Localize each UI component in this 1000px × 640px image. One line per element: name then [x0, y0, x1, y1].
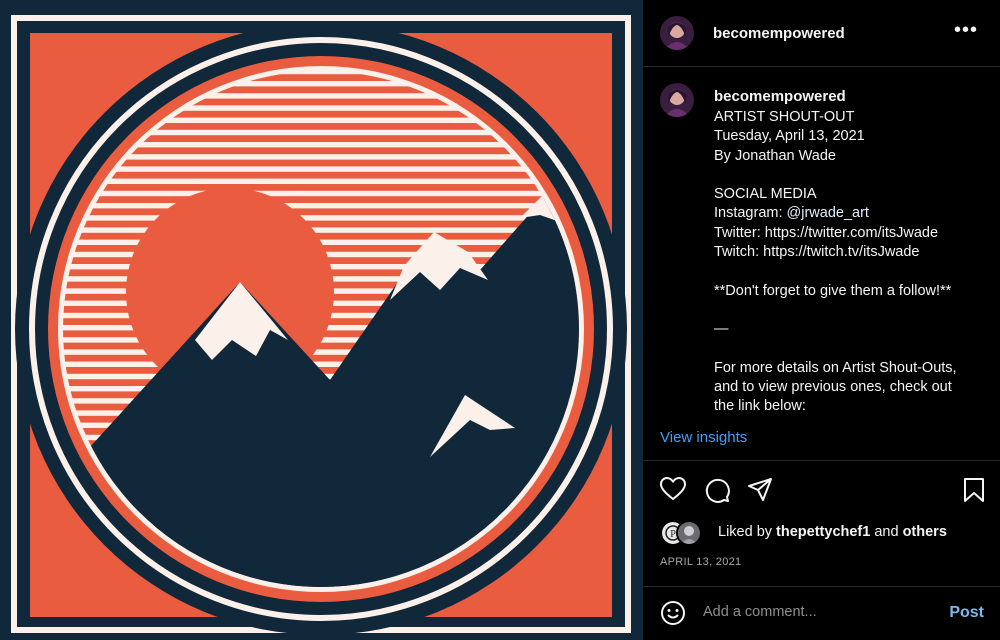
- comment-icon[interactable]: [704, 477, 730, 508]
- likes-text: Liked by thepettychef1 and others: [718, 524, 947, 540]
- bookmark-icon[interactable]: [963, 477, 985, 508]
- header-username[interactable]: becomempowered: [713, 25, 845, 42]
- caption-line: [714, 262, 994, 281]
- share-icon[interactable]: [747, 477, 773, 508]
- avatar[interactable]: [660, 16, 694, 50]
- caption-line: [714, 340, 994, 359]
- post-header: becomempowered •••: [643, 0, 1000, 67]
- caption-username[interactable]: becomempowered: [714, 88, 846, 105]
- mention-link[interactable]: @jrwade_art: [787, 205, 869, 221]
- post-image[interactable]: [0, 0, 643, 640]
- liker-username[interactable]: thepettychef1: [776, 524, 870, 540]
- post-comment-button[interactable]: Post: [949, 604, 984, 622]
- caption-line: Tuesday, April 13, 2021: [714, 128, 865, 145]
- sky-stripe: [63, 220, 579, 228]
- caption-line: the link below:: [714, 398, 806, 413]
- mountain-sunset-artwork: [0, 0, 643, 640]
- caption-line: Instagram:: [714, 205, 787, 222]
- heart-icon[interactable]: [659, 476, 687, 506]
- likes-prefix: Liked by: [718, 524, 777, 540]
- likes-others-link[interactable]: others: [903, 524, 947, 540]
- emoji-icon[interactable]: [660, 600, 686, 631]
- caption-line: [714, 166, 994, 185]
- caption-line: For more details on Artist Shout-Outs,: [714, 359, 957, 376]
- caption-line: [714, 301, 994, 320]
- more-horizontal-icon[interactable]: •••: [954, 20, 978, 40]
- caption-avatar[interactable]: [660, 83, 694, 117]
- caption-line: By Jonathan Wade: [714, 147, 836, 164]
- likes-conjunction: and: [870, 524, 903, 540]
- view-insights-link[interactable]: View insights: [660, 429, 747, 446]
- comment-input[interactable]: [701, 603, 925, 621]
- likes-row: P Liked by thepettychef1 and others: [660, 520, 990, 546]
- caption-line: ARTIST SHOUT-OUT: [714, 109, 855, 125]
- comment-bar: Post: [643, 586, 1000, 640]
- caption-line: SOCIAL MEDIA: [714, 186, 817, 203]
- caption-line: **Don't forget to give them a follow!**: [714, 282, 952, 299]
- sky-stripe: [63, 171, 579, 179]
- post-details-panel: becomempowered ••• becomempowered ARTIST…: [643, 0, 1000, 640]
- caption-line: Twitch: https://twitch.tv/itsJwade: [714, 244, 920, 261]
- sky-stripe: [63, 208, 579, 216]
- caption-text: ARTIST SHOUT-OUT Tuesday, April 13, 2021…: [714, 108, 994, 413]
- liker-avatar[interactable]: [676, 520, 702, 546]
- caption-line: —: [714, 321, 729, 338]
- caption-line: Twitter: https://twitter.com/itsJwade: [714, 224, 939, 241]
- sky-stripe: [63, 196, 579, 203]
- caption-line-instagram: Instagram: @jrwade_art: [714, 204, 994, 223]
- action-bar: P Liked by thepettychef1 and others APRI…: [643, 460, 1000, 587]
- caption: becomempowered ARTIST SHOUT-OUT Tuesday,…: [643, 67, 1000, 413]
- post-date[interactable]: APRIL 13, 2021: [660, 556, 741, 568]
- caption-line: and to view previous ones, check out: [714, 379, 952, 396]
- sky-stripe: [63, 184, 579, 191]
